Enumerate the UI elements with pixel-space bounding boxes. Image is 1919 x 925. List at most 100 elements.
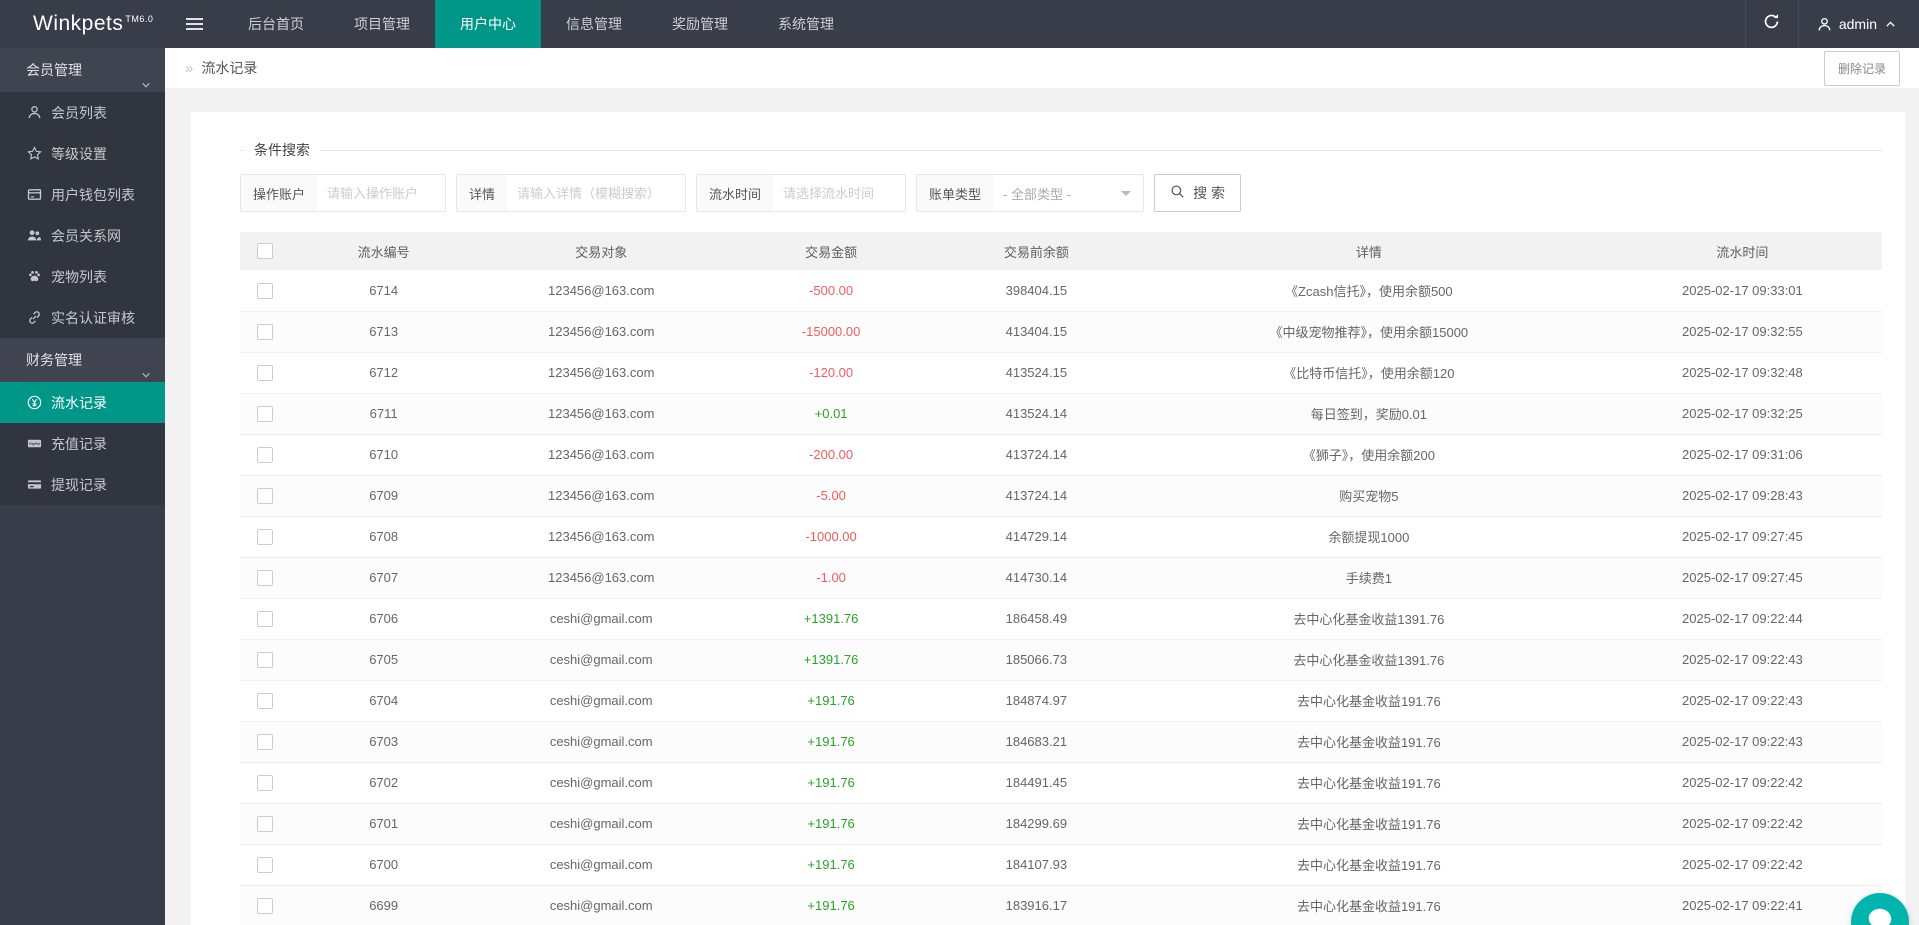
refresh-button[interactable] xyxy=(1746,0,1798,48)
user-icon xyxy=(26,105,42,121)
time-cell: 2025-02-17 09:22:43 xyxy=(1603,680,1882,721)
time-cell: 2025-02-17 09:33:01 xyxy=(1603,270,1882,311)
sidebar-group-label: 会员管理 xyxy=(26,62,82,78)
top-nav-item-4[interactable]: 信息管理 xyxy=(541,0,647,48)
row-checkbox[interactable] xyxy=(257,365,273,381)
detail-cell: 去中心化基金收益191.76 xyxy=(1135,680,1603,721)
field-input[interactable] xyxy=(507,175,685,211)
row-checkbox[interactable] xyxy=(257,898,273,914)
search-field-group: 操作账户 xyxy=(240,174,446,212)
top-nav: 后台首页项目管理用户中心信息管理奖励管理系统管理 xyxy=(223,0,859,48)
balance-cell: 413724.14 xyxy=(938,434,1135,475)
field-input[interactable] xyxy=(773,175,905,211)
balance-cell: 413724.14 xyxy=(938,475,1135,516)
detail-cell: 《中级宠物推荐》，使用余额15000 xyxy=(1135,311,1603,352)
sidebar: 会员管理会员列表等级设置用户钱包列表会员关系网宠物列表实名认证审核财务管理流水记… xyxy=(0,48,165,925)
top-nav-item-1[interactable]: 后台首页 xyxy=(223,0,329,48)
row-checkbox[interactable] xyxy=(257,324,273,340)
account-cell: ceshi@gmail.com xyxy=(478,885,724,925)
paw-icon xyxy=(26,269,42,285)
sidebar-item[interactable]: 等级设置 xyxy=(0,133,165,174)
type-select-value: - 全部类型 - xyxy=(1003,184,1071,203)
row-checkbox-cell xyxy=(240,680,289,721)
field-label: 详情 xyxy=(457,175,507,211)
balance-cell: 414729.14 xyxy=(938,516,1135,557)
row-checkbox-cell xyxy=(240,352,289,393)
flow-id-cell: 6713 xyxy=(289,311,478,352)
column-header: 交易对象 xyxy=(478,232,724,270)
row-checkbox[interactable] xyxy=(257,488,273,504)
table-row: 6699ceshi@gmail.com+191.76183916.17去中心化基… xyxy=(240,885,1882,925)
detail-cell: 去中心化基金收益191.76 xyxy=(1135,885,1603,925)
row-checkbox[interactable] xyxy=(257,652,273,668)
detail-cell: 去中心化基金收益191.76 xyxy=(1135,844,1603,885)
row-checkbox-cell xyxy=(240,475,289,516)
sidebar-item-label: 充值记录 xyxy=(51,434,107,454)
row-checkbox[interactable] xyxy=(257,734,273,750)
service-chat-icon xyxy=(1865,905,1895,925)
row-checkbox[interactable] xyxy=(257,857,273,873)
user-icon xyxy=(1817,17,1832,32)
flow-id-cell: 6714 xyxy=(289,270,478,311)
top-nav-item-3[interactable]: 用户中心 xyxy=(435,0,541,48)
credit-card-icon xyxy=(26,477,42,493)
sidebar-item[interactable]: 实名认证审核 xyxy=(0,297,165,338)
sidebar-item[interactable]: 会员列表 xyxy=(0,92,165,133)
account-cell: ceshi@gmail.com xyxy=(478,803,724,844)
table-header-row: 流水编号交易对象交易金额交易前余额详情流水时间 xyxy=(240,232,1882,270)
field-input[interactable] xyxy=(317,175,445,211)
search-legend: 条件搜索 xyxy=(244,140,320,160)
amount-cell: -200.00 xyxy=(724,434,937,475)
sidebar-group-title-1[interactable]: 会员管理 xyxy=(0,48,165,92)
refresh-icon xyxy=(1763,13,1780,35)
user-menu[interactable]: admin xyxy=(1799,0,1919,48)
table-row: 6700ceshi@gmail.com+191.76184107.93去中心化基… xyxy=(240,844,1882,885)
type-select[interactable]: - 全部类型 - xyxy=(993,175,1143,211)
balance-cell: 414730.14 xyxy=(938,557,1135,598)
sidebar-item[interactable]: 用户钱包列表 xyxy=(0,174,165,215)
row-checkbox[interactable] xyxy=(257,816,273,832)
search-button[interactable]: 搜 索 xyxy=(1154,174,1241,212)
paypal-card-icon: PayPal xyxy=(26,436,42,452)
sidebar-group-title-2[interactable]: 财务管理 xyxy=(0,338,165,382)
row-checkbox[interactable] xyxy=(257,529,273,545)
row-checkbox[interactable] xyxy=(257,775,273,791)
row-checkbox[interactable] xyxy=(257,611,273,627)
sidebar-item[interactable]: 提现记录 xyxy=(0,464,165,505)
sidebar-item-label: 宠物列表 xyxy=(51,267,107,287)
sidebar-item-label: 用户钱包列表 xyxy=(51,185,135,205)
row-checkbox[interactable] xyxy=(257,447,273,463)
row-checkbox[interactable] xyxy=(257,570,273,586)
amount-cell: +191.76 xyxy=(724,885,937,925)
delete-records-button[interactable]: 删除记录 xyxy=(1824,51,1900,86)
users-icon xyxy=(26,228,42,244)
row-checkbox[interactable] xyxy=(257,283,273,299)
sidebar-item[interactable]: 会员关系网 xyxy=(0,215,165,256)
account-cell: ceshi@gmail.com xyxy=(478,639,724,680)
balance-cell: 183916.17 xyxy=(938,885,1135,925)
detail-cell: 去中心化基金收益1391.76 xyxy=(1135,639,1603,680)
row-checkbox[interactable] xyxy=(257,406,273,422)
top-nav-item-5[interactable]: 奖励管理 xyxy=(647,0,753,48)
row-checkbox[interactable] xyxy=(257,693,273,709)
svg-text:PayPal: PayPal xyxy=(29,442,40,446)
sidebar-item[interactable]: PayPal 充值记录 xyxy=(0,423,165,464)
sidebar-item-label: 会员关系网 xyxy=(51,226,121,246)
row-checkbox-cell xyxy=(240,311,289,352)
balance-cell: 184299.69 xyxy=(938,803,1135,844)
top-nav-item-2[interactable]: 项目管理 xyxy=(329,0,435,48)
balance-cell: 413524.15 xyxy=(938,352,1135,393)
select-all-checkbox[interactable] xyxy=(257,243,273,259)
menu-toggle-icon[interactable] xyxy=(165,0,223,48)
top-nav-item-6[interactable]: 系统管理 xyxy=(753,0,859,48)
time-cell: 2025-02-17 09:22:43 xyxy=(1603,639,1882,680)
select-caret-icon xyxy=(1121,191,1131,201)
table-row: 6714123456@163.com-500.00398404.15《Zcash… xyxy=(240,270,1882,311)
sidebar-item[interactable]: 宠物列表 xyxy=(0,256,165,297)
account-cell: 123456@163.com xyxy=(478,352,724,393)
flow-id-cell: 6708 xyxy=(289,516,478,557)
app-logo: WinkpetsTM6.0 xyxy=(0,12,165,36)
row-checkbox-cell xyxy=(240,434,289,475)
detail-cell: 《Zcash信托》，使用余额500 xyxy=(1135,270,1603,311)
sidebar-item[interactable]: 流水记录 xyxy=(0,382,165,423)
